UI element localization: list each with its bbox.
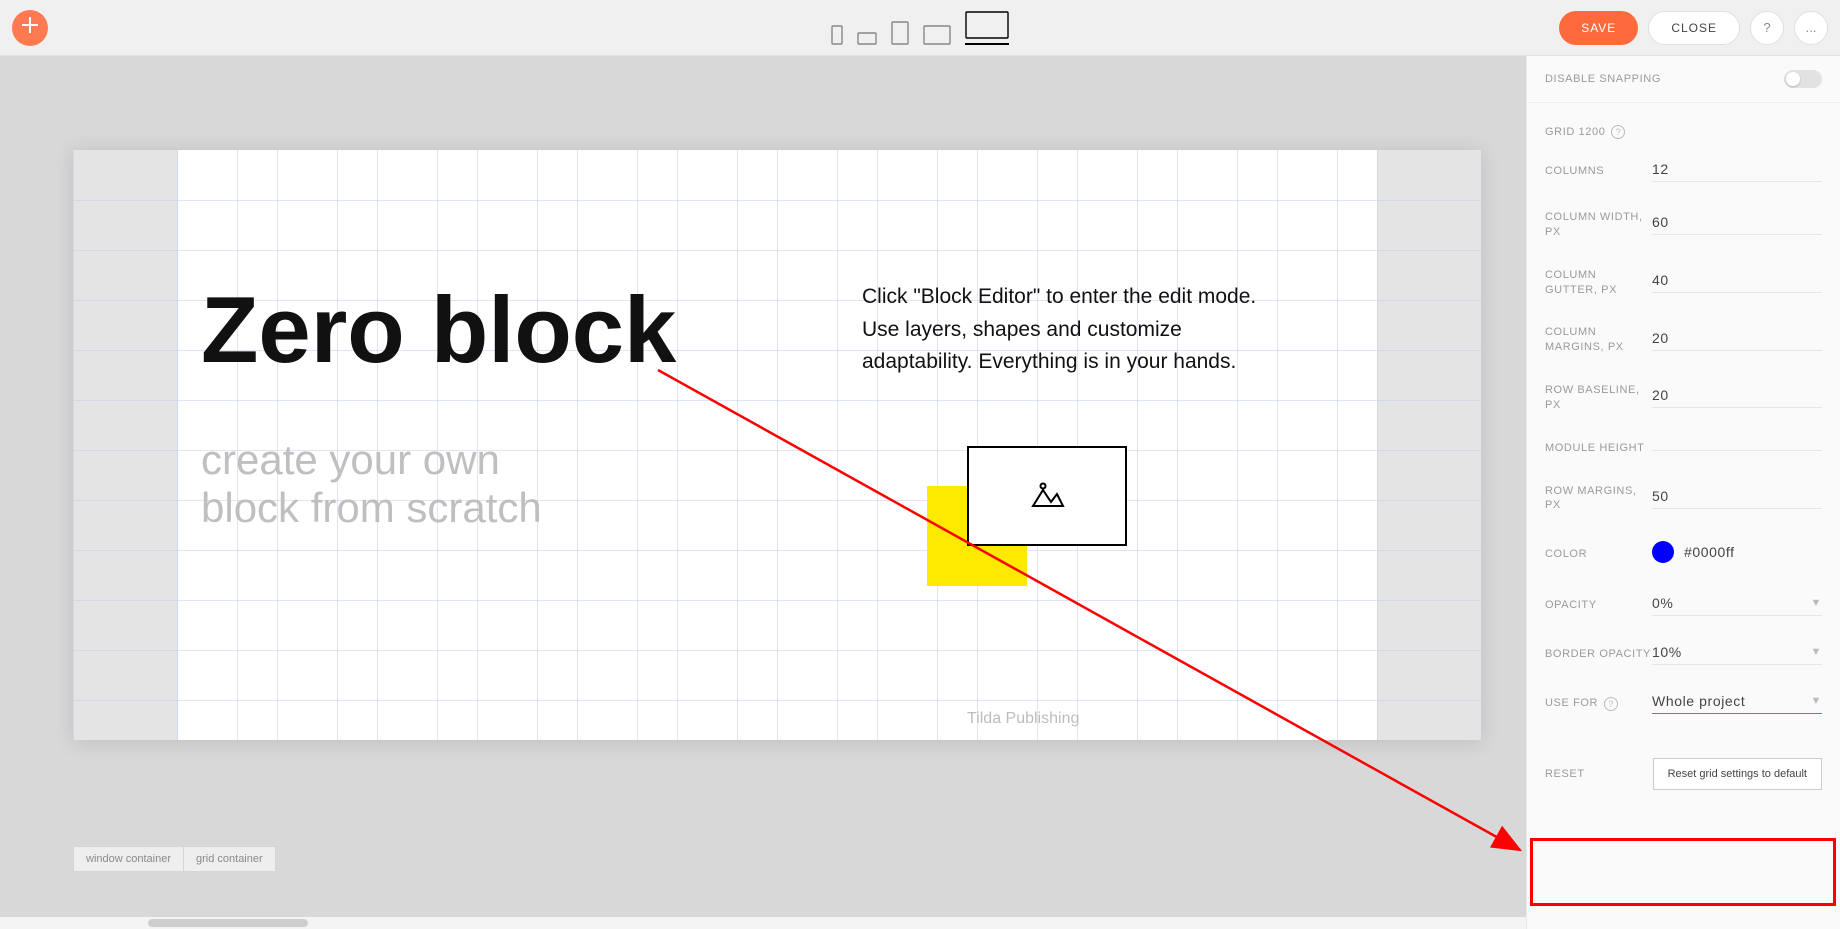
column-width-label: COLUMN WIDTH, PX [1545,210,1652,240]
block-subtitle-line2[interactable]: block from scratch [201,484,542,532]
grid-section-title: GRID 1200 [1545,126,1605,138]
save-button[interactable]: SAVE [1559,11,1638,45]
color-swatch[interactable] [1652,541,1674,563]
device-switcher [831,11,1009,45]
horizontal-scrollbar[interactable] [0,917,1526,929]
device-tablet-landscape[interactable] [923,25,951,45]
instructions-line2[interactable]: Use layers, shapes and customize [862,314,1256,347]
plus-icon [22,17,38,38]
container-tabs: window container grid container [73,846,276,872]
scrollbar-thumb[interactable] [148,919,308,927]
row-baseline-input[interactable]: 20 [1652,387,1822,408]
column-gutter-label: COLUMN GUTTER, PX [1545,268,1652,298]
use-for-select[interactable]: Whole project▼ [1652,693,1822,714]
device-phone-portrait[interactable] [831,25,843,45]
module-height-label: MODULE HEIGHT [1545,441,1652,456]
row-margins-input[interactable]: 50 [1652,488,1822,509]
column-width-input[interactable]: 60 [1652,214,1822,235]
column-margins-input[interactable]: 20 [1652,330,1822,351]
use-for-label: USE FOR [1545,696,1598,711]
border-opacity-label: BORDER OPACITY [1545,647,1652,662]
reset-grid-button[interactable]: Reset grid settings to default [1653,758,1822,790]
chevron-down-icon: ▼ [1811,646,1823,658]
block-title[interactable]: Zero block [201,276,676,384]
disable-snapping-toggle[interactable] [1784,70,1822,88]
color-hex-input[interactable]: #0000ff [1684,544,1735,560]
help-button[interactable]: ? [1750,11,1784,45]
columns-input[interactable]: 12 [1652,161,1822,182]
grid-help-icon[interactable]: ? [1611,125,1625,139]
columns-label: COLUMNS [1545,164,1652,179]
editor-stage: Zero block create your own block from sc… [0,56,1526,929]
chevron-down-icon: ▼ [1811,695,1823,707]
top-toolbar: SAVE CLOSE ? ... [0,0,1840,56]
add-block-button[interactable] [12,10,48,46]
block-subtitle-line1[interactable]: create your own [201,436,542,484]
row-baseline-label: ROW BASELINE, PX [1545,383,1652,413]
color-label: COLOR [1545,547,1652,562]
chevron-down-icon: ▼ [1811,597,1823,609]
image-placeholder[interactable] [967,446,1127,546]
border-opacity-select[interactable]: 10%▼ [1652,644,1822,665]
disable-snapping-label: DISABLE SNAPPING [1545,72,1784,87]
device-tablet-portrait[interactable] [891,21,909,45]
device-desktop[interactable] [965,11,1009,45]
column-gutter-input[interactable]: 40 [1652,272,1822,293]
opacity-label: OPACITY [1545,598,1652,613]
instructions-line3[interactable]: adaptability. Everything is in your hand… [862,346,1256,379]
grid-settings-panel: DISABLE SNAPPING GRID 1200 ? COLUMNS 12 … [1526,56,1840,929]
opacity-select[interactable]: 0%▼ [1652,595,1822,616]
tab-grid-container[interactable]: grid container [184,846,276,872]
image-icon [1029,476,1065,517]
close-button[interactable]: CLOSE [1648,11,1740,45]
tab-window-container[interactable]: window container [73,846,184,872]
reset-label: RESET [1545,767,1653,782]
instructions-line1[interactable]: Click "Block Editor" to enter the edit m… [862,281,1256,314]
device-phone-landscape[interactable] [857,32,877,45]
module-height-input[interactable] [1652,446,1822,451]
row-margins-label: ROW MARGINS, PX [1545,484,1652,514]
credit-text[interactable]: Tilda Publishing [967,710,1079,728]
more-button[interactable]: ... [1794,11,1828,45]
use-for-help-icon[interactable]: ? [1604,697,1618,711]
column-margins-label: COLUMN MARGINS, PX [1545,325,1652,355]
